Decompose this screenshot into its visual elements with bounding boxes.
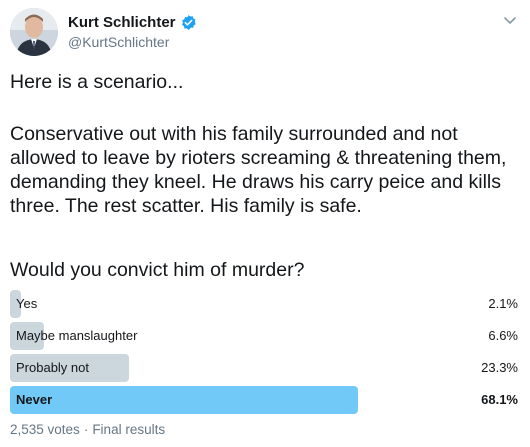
author-display-name[interactable]: Kurt Schlichter [68, 14, 176, 31]
poll-option-label: Maybe manslaughter [16, 328, 138, 343]
author-info: Kurt Schlichter @KurtSchlichter [68, 12, 197, 50]
poll: Yes 2.1% Maybe manslaughter 6.6% Probabl… [10, 290, 520, 418]
poll-footer: 2,535 votes · Final results [10, 422, 165, 437]
verified-badge-icon [180, 14, 197, 31]
poll-option-percent: 2.1% [488, 296, 518, 311]
chevron-down-icon[interactable] [502, 12, 518, 28]
poll-option: Never 68.1% [10, 386, 520, 414]
poll-option-label: Probably not [16, 360, 89, 375]
tweet-text-intro: Here is a scenario... [10, 71, 184, 93]
poll-option: Maybe manslaughter 6.6% [10, 322, 520, 350]
tweet-text-scenario: Conservative out with his family surroun… [10, 123, 507, 217]
poll-option-percent: 6.6% [488, 328, 518, 343]
tweet-card: Kurt Schlichter @KurtSchlichter Here is … [0, 0, 530, 447]
avatar[interactable] [10, 8, 58, 56]
poll-bar [10, 386, 358, 414]
poll-option-percent: 23.3% [481, 360, 518, 375]
tweet-text-question: Would you convict him of murder? [10, 259, 305, 281]
avatar-image [10, 8, 58, 56]
poll-status: Final results [92, 422, 166, 437]
poll-option-percent: 68.1% [481, 392, 518, 407]
poll-option-label: Never [16, 392, 53, 407]
poll-option: Probably not 23.3% [10, 354, 520, 382]
name-row: Kurt Schlichter [68, 12, 197, 32]
poll-vote-count: 2,535 votes [10, 422, 80, 437]
author-handle[interactable]: @KurtSchlichter [68, 34, 197, 50]
poll-option-label: Yes [16, 296, 38, 311]
tweet-header: Kurt Schlichter @KurtSchlichter [10, 8, 520, 56]
poll-option: Yes 2.1% [10, 290, 520, 318]
poll-footer-separator: · [83, 422, 89, 437]
